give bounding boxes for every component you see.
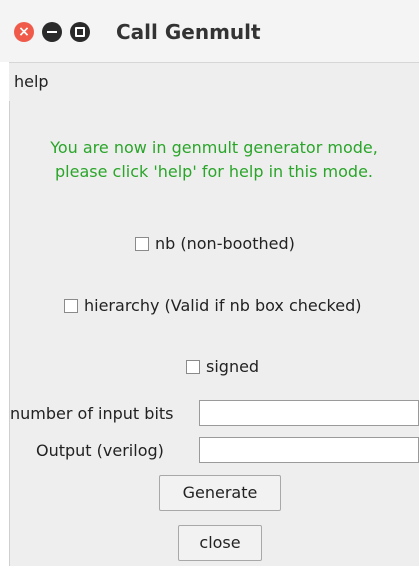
hierarchy-checkbox[interactable] [64,299,78,313]
signed-checkbox[interactable] [186,360,200,374]
nb-label: nb (non-boothed) [155,234,295,253]
close-button[interactable]: close [178,525,262,561]
output-label: Output (verilog) [36,441,164,460]
nb-checkbox[interactable] [135,237,149,251]
mode-message-line-1: You are now in genmult generator mode, [50,138,378,157]
generate-button[interactable]: Generate [159,475,281,511]
hierarchy-option: hierarchy (Valid if nb box checked) [64,295,361,317]
menu-bar: help [9,62,419,102]
signed-label: signed [206,357,260,376]
minimize-icon [47,31,57,33]
hierarchy-label: hierarchy (Valid if nb box checked) [84,296,362,315]
window-title: Call Genmult [116,20,261,44]
title-bar: × Call Genmult [0,0,419,62]
nb-option: nb (non-boothed) [135,233,295,255]
maximize-icon [75,27,85,37]
mode-message: You are now in genmult generator mode, p… [9,136,419,184]
menu-item-help[interactable]: help [12,71,51,93]
input-bits-input[interactable] [199,400,419,426]
input-bits-label: number of input bits [10,404,174,423]
signed-option: signed [186,356,259,378]
close-window-button[interactable]: × [14,22,34,42]
mode-message-line-2: please click 'help' for help in this mod… [55,162,373,181]
maximize-window-button[interactable] [70,22,90,42]
minimize-window-button[interactable] [42,22,62,42]
close-icon: × [18,24,30,40]
output-input[interactable] [199,437,419,463]
